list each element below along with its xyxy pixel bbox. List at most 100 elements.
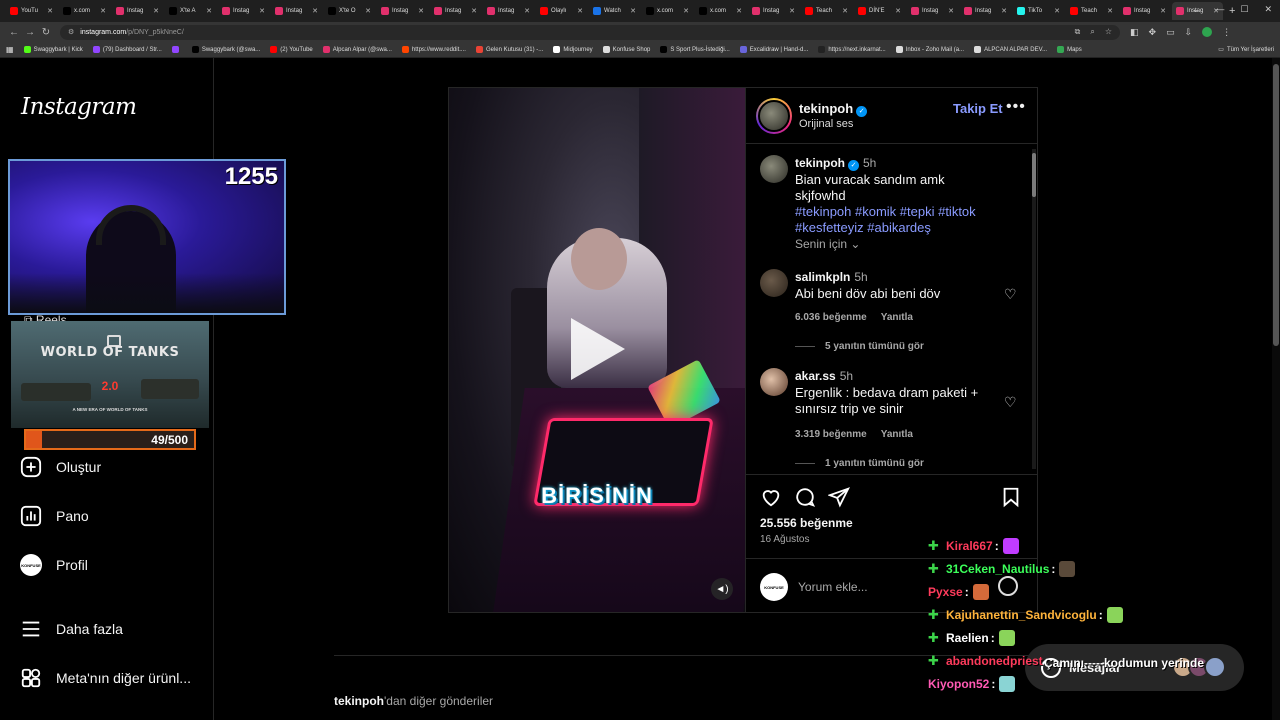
- reload-icon[interactable]: ↻: [38, 27, 54, 38]
- tab-close-icon[interactable]: ✕: [97, 7, 106, 15]
- like-icon[interactable]: [760, 486, 782, 508]
- comment-reply-button[interactable]: Yanıtla: [881, 429, 913, 440]
- bookmark-item[interactable]: Swaggybark | Kick: [23, 46, 83, 53]
- browser-tab[interactable]: Instag ✕: [430, 2, 481, 20]
- puzzle-icon[interactable]: ✥: [1149, 27, 1157, 38]
- page-scrollbar[interactable]: [1272, 58, 1280, 720]
- maximize-icon[interactable]: ☐: [1240, 4, 1248, 15]
- author-username[interactable]: tekinpoh ✓: [799, 101, 868, 117]
- browser-tab[interactable]: Instag ✕: [1119, 2, 1170, 20]
- tab-close-icon[interactable]: ✕: [627, 7, 636, 15]
- tab-close-icon[interactable]: ✕: [1051, 7, 1060, 15]
- close-window-icon[interactable]: ✕: [1264, 4, 1272, 15]
- browser-tab[interactable]: Instag ✕: [748, 2, 799, 20]
- browser-tab[interactable]: X'te O ✕: [324, 2, 375, 20]
- caption-hashtags[interactable]: #tekinpoh #komik #tepki #tiktok: [795, 204, 995, 220]
- url-field[interactable]: ⚙ instagram.com/p/DNY_p5kNneC/ ⧉ ⌕ ☆: [60, 24, 1120, 40]
- story-ring[interactable]: [756, 98, 792, 134]
- zoom-icon[interactable]: ⌕: [1090, 27, 1094, 37]
- play-icon[interactable]: [571, 318, 625, 380]
- tab-close-icon[interactable]: ✕: [362, 7, 371, 15]
- tab-close-icon[interactable]: ✕: [203, 7, 212, 15]
- browser-tab[interactable]: Teach ✕: [1066, 2, 1117, 20]
- browser-tab[interactable]: Instag ✕: [112, 2, 163, 20]
- browser-tab[interactable]: Teach ✕: [801, 2, 852, 20]
- tab-close-icon[interactable]: ✕: [1157, 7, 1166, 15]
- tab-close-icon[interactable]: ✕: [733, 7, 742, 15]
- tab-close-icon[interactable]: ✕: [415, 7, 424, 15]
- browser-tab[interactable]: TikTo ✕: [1013, 2, 1064, 20]
- comment-icon[interactable]: [794, 486, 816, 508]
- bookmark-item[interactable]: https://next.inkarnat...: [818, 46, 886, 53]
- tab-close-icon[interactable]: ✕: [309, 7, 318, 15]
- tab-close-icon[interactable]: ✕: [574, 7, 583, 15]
- browser-tab[interactable]: Olaylı ✕: [536, 2, 587, 20]
- back-icon[interactable]: ←: [6, 27, 22, 38]
- comment-like-icon[interactable]: ♡: [1004, 286, 1017, 303]
- browser-tab[interactable]: Instag ✕: [218, 2, 269, 20]
- reel-video[interactable]: BİRİSİNİN ◄): [449, 88, 745, 612]
- tab-close-icon[interactable]: ✕: [256, 7, 265, 15]
- author-avatar[interactable]: [760, 155, 788, 183]
- browser-tab[interactable]: Instag ✕: [483, 2, 534, 20]
- page-scrollbar-thumb[interactable]: [1273, 64, 1279, 346]
- sidebar-item-create[interactable]: Oluştur: [20, 456, 101, 478]
- caption-hashtags[interactable]: #kesfetteyiz #abikardeş: [795, 220, 995, 236]
- browser-tab[interactable]: x.com ✕: [642, 2, 693, 20]
- sidebar-item-meta[interactable]: Meta'nın diğer ürünl...: [20, 667, 191, 689]
- audio-label[interactable]: Orijinal ses: [799, 118, 853, 130]
- bookmark-item[interactable]: [171, 46, 182, 53]
- tab-close-icon[interactable]: ✕: [998, 7, 1007, 15]
- comment-username[interactable]: salimkpln 5h: [795, 270, 868, 284]
- install-app-icon[interactable]: ⧉: [1075, 27, 1081, 37]
- sidebar-item-dashboard[interactable]: Pano: [20, 505, 89, 527]
- browser-menu-icon[interactable]: ⋮: [1222, 27, 1231, 38]
- browser-tab[interactable]: Instag ✕: [960, 2, 1011, 20]
- bookmark-item[interactable]: S Sport Plus-İstediği...: [660, 46, 730, 53]
- profile-icon[interactable]: [1202, 27, 1213, 37]
- browser-tab[interactable]: Watch ✕: [589, 2, 640, 20]
- extension-icon[interactable]: ◧: [1130, 27, 1139, 38]
- comments-scrollbar-thumb[interactable]: [1032, 153, 1036, 197]
- follow-button[interactable]: Takip Et: [953, 101, 1003, 116]
- tab-close-icon[interactable]: ✕: [521, 7, 530, 15]
- tab-close-icon[interactable]: ✕: [892, 7, 901, 15]
- mute-icon[interactable]: ◄): [711, 578, 733, 600]
- commenter-avatar[interactable]: [760, 368, 788, 396]
- commenter-avatar[interactable]: [760, 269, 788, 297]
- comment-like-icon[interactable]: ♡: [1004, 394, 1017, 411]
- view-replies[interactable]: 1 yanıtın tümünü gör: [795, 458, 924, 469]
- tab-close-icon[interactable]: ✕: [945, 7, 954, 15]
- comment-likes[interactable]: 3.319 beğenme: [795, 429, 867, 440]
- bookmark-item[interactable]: https://www.reddit....: [401, 46, 466, 53]
- downloads-icon[interactable]: ⇩: [1185, 27, 1193, 38]
- browser-tab[interactable]: Instag ✕: [271, 2, 322, 20]
- bookmark-item[interactable]: Midjourney: [553, 46, 593, 53]
- caption-username[interactable]: tekinpoh ✓ 5h: [795, 156, 876, 171]
- comment-likes[interactable]: 6.036 beğenme: [795, 312, 867, 323]
- tab-close-icon[interactable]: ✕: [468, 7, 477, 15]
- tab-close-icon[interactable]: ✕: [150, 7, 159, 15]
- tab-close-icon[interactable]: ✕: [1104, 7, 1113, 15]
- bookmark-item[interactable]: Maps: [1057, 46, 1082, 53]
- comment-username[interactable]: akar.ss 5h: [795, 369, 853, 383]
- sidebar-item-profile[interactable]: KONFUSE Profil: [20, 554, 88, 576]
- more-options-icon[interactable]: •••: [1006, 98, 1026, 116]
- likes-count[interactable]: 25.556 beğenme: [760, 516, 853, 530]
- bookmark-item[interactable]: Alpcan Alpar (@swa...: [322, 46, 392, 53]
- browser-tab[interactable]: Instag ✕: [377, 2, 428, 20]
- browser-tab[interactable]: YouTu ✕: [6, 2, 57, 20]
- browser-tab[interactable]: X'te A ✕: [165, 2, 216, 20]
- minimize-icon[interactable]: —: [1215, 4, 1224, 15]
- tab-close-icon[interactable]: ✕: [786, 7, 795, 15]
- share-icon[interactable]: [828, 486, 850, 508]
- bookmark-item[interactable]: (2) YouTube: [270, 46, 313, 53]
- emoji-icon[interactable]: [998, 576, 1018, 596]
- comments-scrollbar[interactable]: [1032, 149, 1036, 469]
- tab-close-icon[interactable]: ✕: [839, 7, 848, 15]
- bookmark-item[interactable]: (79) Dashboard / Str...: [92, 46, 162, 53]
- comment-reply-button[interactable]: Yanıtla: [881, 312, 913, 323]
- view-replies[interactable]: 5 yanıtın tümünü gör: [795, 341, 924, 352]
- all-bookmarks[interactable]: ▭ Tüm Yer İşaretleri: [1218, 46, 1274, 54]
- forward-icon[interactable]: →: [22, 27, 38, 38]
